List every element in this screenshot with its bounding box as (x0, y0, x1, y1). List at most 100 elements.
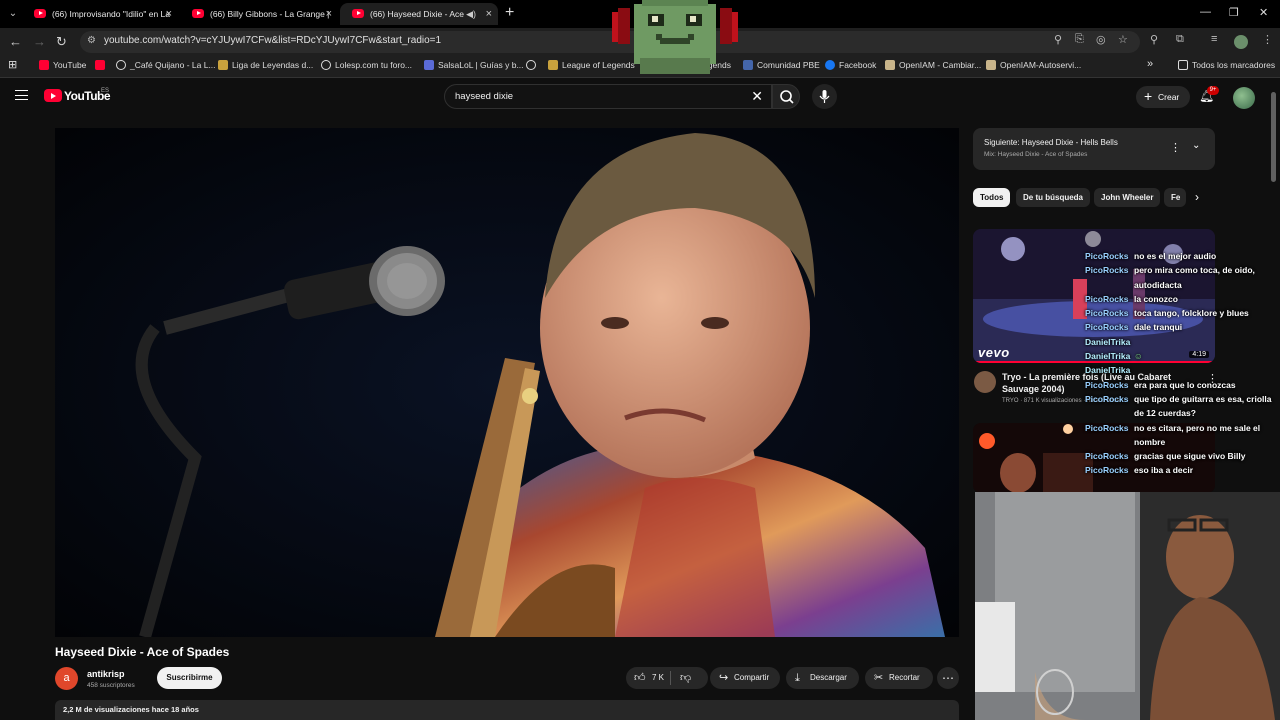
like-count[interactable]: 7 K (652, 667, 664, 689)
channel-name[interactable]: antikrisp (87, 669, 125, 679)
chat-username: PicoRocks (1085, 265, 1129, 276)
up-next-card[interactable]: Siguiente: Hayseed Dixie - Hells Bells M… (973, 128, 1215, 170)
openiam-icon (986, 60, 996, 70)
eye-off-icon[interactable]: ◎ (1096, 33, 1106, 46)
clear-search-icon[interactable]: ✕ (751, 88, 763, 105)
menu-icon[interactable] (15, 90, 28, 100)
youtube-header: YouTube ES hayseed dixie ✕ Crear 🔔︎ 9+ (0, 79, 1280, 115)
chat-message: PicoRocks que tipo de guitarra es esa, cr… (1085, 392, 1275, 406)
bookmark-item[interactable]: Liga de Leyendas d... (218, 60, 313, 70)
more-actions-icon[interactable]: ⋯ (937, 667, 959, 689)
chat-username: DanielTrika (1085, 336, 1131, 347)
clip-label: Recortar (889, 673, 920, 682)
bookmark-item[interactable]: OpenIAM - Cambiar... (885, 60, 981, 70)
subscribe-button[interactable]: Suscribirme (157, 667, 222, 689)
chip-truncated[interactable]: Fe (1164, 188, 1186, 207)
bookmark-label: _Café Quijano - La L... (130, 60, 216, 70)
voice-search-button[interactable] (812, 84, 837, 109)
bookmark-item[interactable]: Facebook (825, 60, 876, 70)
search-icon (780, 90, 794, 104)
search-button[interactable] (772, 84, 800, 109)
chat-message: PicoRocks dale tranqui (1085, 320, 1275, 334)
forward-icon[interactable]: → (33, 34, 46, 49)
video-player[interactable] (55, 128, 959, 637)
close-window-icon[interactable]: ✕ (1259, 6, 1268, 19)
chat-text: dale tranqui (1134, 322, 1183, 333)
cast-icon[interactable]: ⎘ (1075, 33, 1084, 46)
bookmark-label: Liga de Leyendas d... (232, 60, 314, 70)
channel-avatar[interactable]: a (55, 667, 78, 690)
close-tab-icon[interactable]: × (326, 3, 332, 25)
star-icon[interactable]: ☆ (1118, 33, 1128, 46)
speaker-icon[interactable]: ◀) (466, 3, 476, 25)
omnibox[interactable]: ⚙ youtube.com/watch?v=cYJUywI7CFw&list=R… (80, 31, 1140, 53)
more-bookmarks-icon[interactable]: » (1147, 58, 1153, 70)
bookmark-item[interactable]: Lolesp.com tu foro... (321, 60, 412, 70)
thumbs-down-icon[interactable]: 👎︎ (680, 667, 691, 689)
create-button[interactable]: Crear (1136, 85, 1190, 108)
restore-icon[interactable]: ❐ (1229, 6, 1239, 19)
more-menu-icon[interactable]: ⋮ (1262, 33, 1273, 46)
extensions-icon[interactable]: ⧉ (1176, 33, 1184, 46)
bookmark-label: OpenIAM-Autoservi... (1000, 60, 1082, 70)
apps-grid-icon[interactable]: ⊞ (8, 58, 17, 71)
chat-text: la conozco (1134, 293, 1178, 304)
mix-label: Mix: Hayseed Dixie - Ace of Spades (984, 151, 1088, 158)
bookmark-item[interactable]: OpenIAM-Autoservi... (986, 60, 1081, 70)
youtube-favicon-icon (352, 9, 364, 18)
facebook-icon (825, 60, 835, 70)
media-icon[interactable]: ≡ (1211, 33, 1217, 45)
chat-text: toca tango, folcklore y blues (1134, 308, 1249, 319)
chevron-right-icon[interactable]: › (1195, 190, 1199, 204)
chat-username: PicoRocks (1085, 393, 1129, 404)
bookmark-label: YouTube (53, 60, 87, 70)
reload-icon[interactable]: ↻ (56, 34, 67, 50)
profile-extension-icon[interactable]: ⚲ (1150, 33, 1158, 46)
share-button[interactable]: ↪ Compartir (710, 667, 780, 689)
chat-text: gracias que sigue vivo Billy (1134, 451, 1246, 462)
search-input[interactable]: hayseed dixie ✕ (444, 84, 772, 109)
webcam-feed (975, 492, 1280, 720)
site-info-icon[interactable]: ⚙ (87, 35, 96, 46)
close-tab-icon[interactable]: × (486, 3, 492, 25)
chat-text: no es el mejor audio (1134, 251, 1217, 261)
chip-all[interactable]: Todos (973, 188, 1011, 207)
zoom-icon[interactable]: ⚲ (1054, 33, 1062, 46)
bookmark-item[interactable]: YouTube (39, 60, 86, 70)
chat-text: de 12 cuerdas? (1134, 408, 1196, 419)
chevron-down-icon[interactable]: ⌄ (1192, 140, 1200, 151)
new-tab-icon[interactable]: + (505, 4, 514, 22)
profile-avatar-icon[interactable] (1234, 35, 1248, 49)
thumbs-up-icon[interactable]: 👍︎ (634, 667, 646, 689)
bookmark-item[interactable]: _Café Quijano - La L... (116, 60, 216, 70)
back-icon[interactable]: ← (9, 34, 22, 49)
vevo-logo: vevo (978, 345, 1010, 360)
chat-message: de 12 cuerdas? (1085, 406, 1275, 420)
youtube-logo-icon[interactable] (44, 89, 62, 102)
clip-button[interactable]: ✂ Recortar (865, 667, 933, 689)
channel-avatar[interactable] (974, 371, 996, 393)
browser-tab-3[interactable]: (66) Hayseed Dixie - Ace of ◀) × (340, 3, 498, 25)
description-box[interactable]: 2,2 M de visualizaciones hace 18 años (55, 700, 959, 720)
browser-tab-1[interactable]: (66) Improvisando "Idilio" en La × (22, 3, 178, 25)
close-tab-icon[interactable]: × (166, 3, 172, 25)
globe-icon (526, 60, 536, 70)
bookmark-item[interactable] (526, 60, 540, 70)
youtube-bookmark-icon (39, 60, 49, 70)
more-options-icon[interactable]: ⋮ (1170, 141, 1181, 154)
page-scrollbar[interactable] (1271, 92, 1276, 182)
chip-john-wheeler[interactable]: John Wheeler (1094, 188, 1161, 207)
all-bookmarks[interactable]: Todos los marcadores (1178, 60, 1275, 70)
tab-search-icon[interactable]: ⌄ (4, 5, 22, 23)
chip-from-search[interactable]: De tu búsqueda (1016, 188, 1091, 207)
scissors-icon: ✂ (874, 672, 884, 684)
bookmark-item[interactable]: SalsaLoL | Guías y b... (424, 60, 524, 70)
bookmark-item[interactable] (95, 60, 109, 70)
globe-icon (116, 60, 126, 70)
openiam-icon (885, 60, 895, 70)
bookmark-item[interactable]: Comunidad PBE (743, 60, 820, 70)
account-avatar[interactable] (1233, 87, 1255, 109)
download-button[interactable]: ⤓ Descargar (786, 667, 859, 689)
browser-tab-2[interactable]: (66) Billy Gibbons - La Grange | × (180, 3, 338, 25)
minimize-icon[interactable]: — (1200, 6, 1211, 18)
